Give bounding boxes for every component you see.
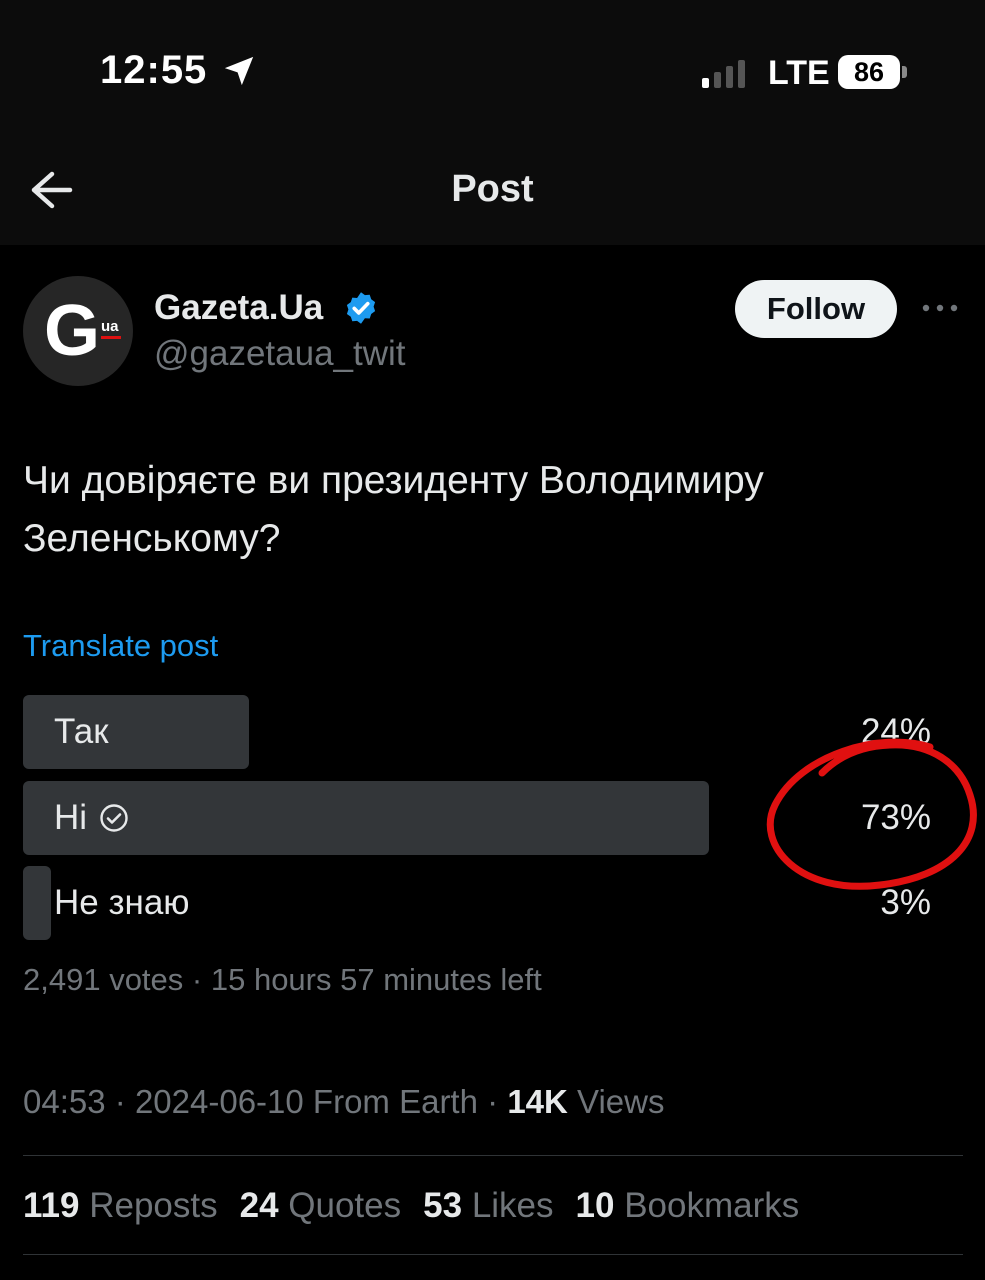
poll-bar-ne-znayu	[23, 866, 51, 940]
post-source: From Earth	[312, 1083, 478, 1120]
page-title: Post	[451, 168, 534, 210]
avatar[interactable]: G ua	[23, 276, 133, 386]
bookmarks-stat[interactable]: 10 Bookmarks	[576, 1186, 800, 1226]
separator: ·	[487, 1083, 508, 1120]
red-annotation-circle	[766, 738, 977, 890]
poll-option-ni[interactable]: Ні	[54, 781, 129, 855]
quotes-label: Quotes	[288, 1186, 402, 1225]
poll-option-ne-znayu[interactable]: Не знаю	[54, 866, 190, 940]
post-meta: 04:53 · 2024-06-10 From Earth · 14K View…	[23, 1083, 664, 1121]
quotes-stat[interactable]: 24 Quotes	[240, 1186, 402, 1226]
location-arrow-icon	[224, 56, 254, 86]
likes-stat[interactable]: 53 Likes	[423, 1186, 553, 1226]
battery-icon: 86	[838, 55, 900, 89]
poll-meta: 2,491 votes · 15 hours 57 minutes left	[23, 962, 542, 998]
status-time: 12:55	[100, 48, 208, 92]
display-name[interactable]: Gazeta.Ua	[154, 288, 323, 328]
engagement-stats: 119 Reposts 24 Quotes 53 Likes 10 Bookma…	[23, 1186, 799, 1226]
views-label: Views	[577, 1083, 665, 1120]
post-text: Чи довіряєте ви президенту Володимиру Зе…	[23, 459, 764, 560]
views-count: 14K	[507, 1083, 568, 1120]
verified-badge-icon	[346, 292, 376, 324]
user-handle[interactable]: @gazetaua_twit	[154, 334, 406, 374]
translate-post-link[interactable]: Translate post	[23, 628, 218, 664]
poll-option-tak[interactable]: Так	[54, 695, 109, 769]
reposts-stat[interactable]: 119 Reposts	[23, 1186, 218, 1226]
network-label: LTE	[768, 54, 830, 92]
reposts-label: Reposts	[89, 1186, 218, 1225]
quotes-count: 24	[239, 1186, 279, 1225]
reposts-count: 119	[23, 1186, 80, 1225]
signal-icon	[702, 60, 745, 88]
divider	[23, 1254, 963, 1255]
avatar-sub: ua	[101, 318, 119, 335]
poll-option-label: Так	[54, 712, 109, 751]
poll-votes: 2,491 votes	[23, 962, 184, 997]
check-circle-icon	[100, 804, 128, 832]
follow-button[interactable]: Follow	[735, 280, 897, 338]
avatar-underline	[101, 336, 121, 339]
battery-tip	[902, 66, 907, 78]
bookmarks-count: 10	[575, 1186, 615, 1225]
more-options-icon[interactable]	[920, 296, 960, 320]
poll-time-left: 15 hours 57 minutes left	[210, 962, 542, 997]
separator: ·	[191, 962, 211, 997]
separator: ·	[114, 1083, 135, 1120]
likes-label: Likes	[471, 1186, 554, 1225]
poll-option-label: Ні	[54, 798, 88, 837]
post-time: 04:53	[23, 1083, 106, 1120]
divider	[23, 1155, 963, 1156]
bookmarks-label: Bookmarks	[624, 1186, 800, 1225]
likes-count: 53	[423, 1186, 463, 1225]
poll-option-label: Не знаю	[54, 883, 190, 922]
post-date: 2024-06-10	[134, 1083, 304, 1120]
avatar-letter: G	[43, 291, 100, 371]
